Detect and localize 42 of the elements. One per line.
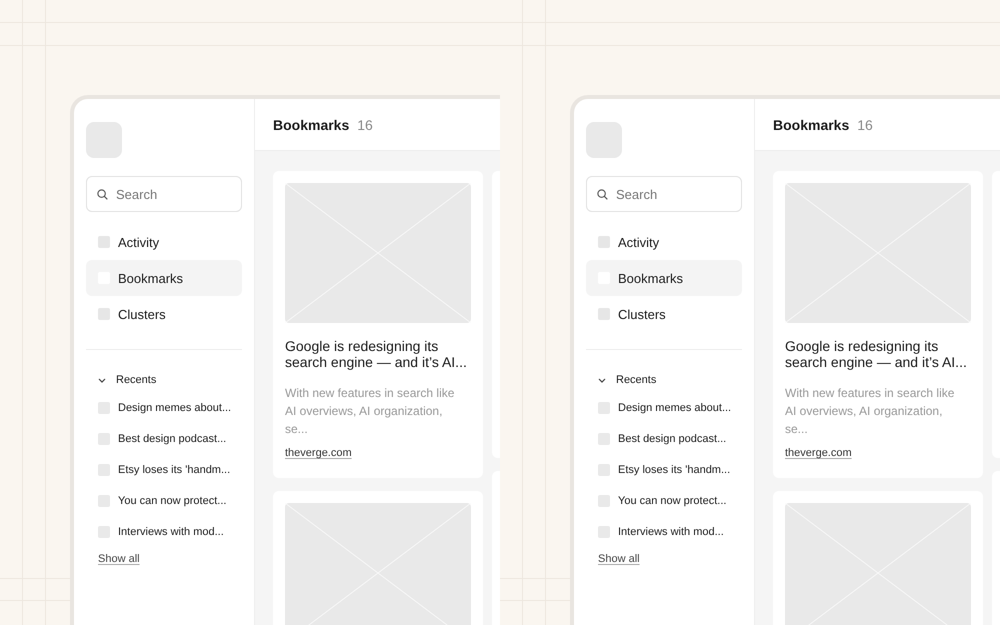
recents-toggle[interactable]: Recents <box>586 372 742 388</box>
recent-item[interactable]: Best design podcast... <box>586 423 742 454</box>
recent-item[interactable]: Design memes about... <box>86 392 242 423</box>
show-all-link[interactable]: Show all <box>598 553 640 565</box>
nav-icon <box>598 236 610 248</box>
page-title: Bookmarks <box>273 116 350 132</box>
recent-item[interactable]: Interviews with mod... <box>86 516 242 547</box>
nav-item[interactable]: Clusters <box>586 296 742 332</box>
nav-icon <box>598 308 610 320</box>
chevron-icon <box>98 378 106 382</box>
card-title: Google is redesigning its search engine — and it’s AI... <box>285 338 468 370</box>
recent-item[interactable]: Etsy loses its 'handm... <box>586 454 742 485</box>
item-count: 16 <box>857 116 873 132</box>
page-title: Bookmarks <box>773 116 850 132</box>
nav-icon <box>98 236 110 248</box>
search-icon <box>97 189 108 200</box>
bookmark-card[interactable]: Google is redesigning its search engine — and it’s AI... With new features in search like AI overviews, AI organization, se... theverge.com <box>773 171 983 478</box>
source-link[interactable]: theverge.com <box>285 447 352 459</box>
nav-item[interactable]: Bookmarks <box>86 260 242 296</box>
search-icon <box>597 189 608 200</box>
nav-item[interactable]: Activity <box>586 224 742 260</box>
nav-item[interactable]: Activity <box>86 224 242 260</box>
recent-item[interactable]: Interviews with mod... <box>586 516 742 547</box>
nav-item[interactable]: Bookmarks <box>586 260 742 296</box>
nav-icon <box>98 308 110 320</box>
card-description: With new features in search like AI overviews, AI organization, se... <box>785 385 956 438</box>
item-count: 16 <box>357 116 373 132</box>
bookmark-card[interactable]: Google is redesigning its search engine — and it’s AI... With new features in search like AI overviews, AI organization, se... theverge.com <box>273 171 483 478</box>
search-field[interactable]: Search <box>586 176 742 212</box>
recent-item[interactable]: Etsy loses its 'handm... <box>86 454 242 485</box>
search-field[interactable]: Search <box>86 176 242 212</box>
nav-item[interactable]: Clusters <box>86 296 242 332</box>
recent-item[interactable]: Design memes about... <box>586 392 742 423</box>
recent-item[interactable]: You can now protect... <box>586 485 742 516</box>
recent-item[interactable]: You can now protect... <box>86 485 242 516</box>
show-all-link[interactable]: Show all <box>98 553 140 565</box>
card-description: With new features in search like AI overviews, AI organization, se... <box>285 385 456 438</box>
source-link[interactable]: theverge.com <box>785 447 852 459</box>
recents-toggle[interactable]: Recents <box>86 372 242 388</box>
chevron-icon <box>598 378 606 382</box>
recent-item[interactable]: Best design podcast... <box>86 423 242 454</box>
card-title: Google is redesigning its search engine — and it’s AI... <box>785 338 968 370</box>
